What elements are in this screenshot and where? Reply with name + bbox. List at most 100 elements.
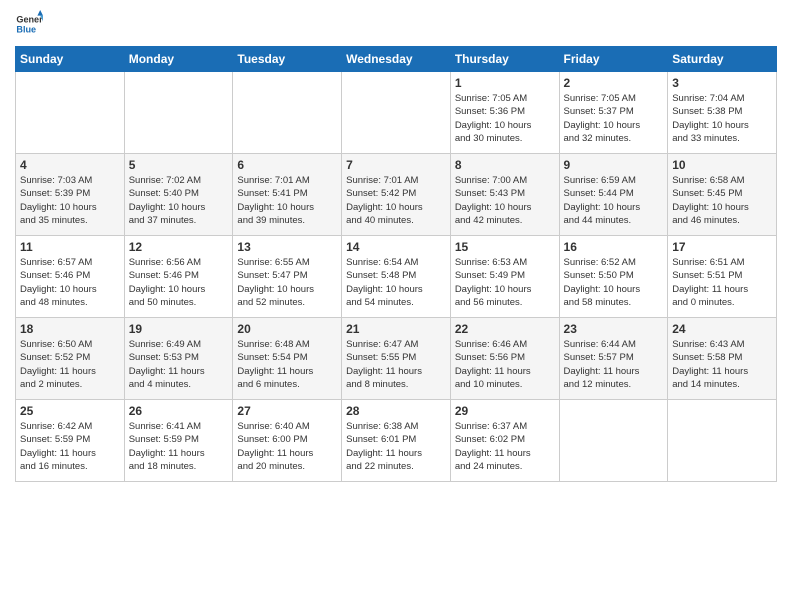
calendar-cell: 21Sunrise: 6:47 AM Sunset: 5:55 PM Dayli… <box>342 318 451 400</box>
day-number: 1 <box>455 76 555 90</box>
calendar-cell: 19 Sunrise: 6:49 AM Sunset: 5:53 PM Dayli… <box>124 318 233 400</box>
day-number: 12 <box>129 240 229 254</box>
day-number: 28 <box>346 404 446 418</box>
calendar-cell: 7 Sunrise: 7:01 AM Sunset: 5:42 PM Daylig… <box>342 154 451 236</box>
calendar-cell <box>124 72 233 154</box>
day-number: 7 <box>346 158 446 172</box>
header-cell-tuesday: Tuesday <box>233 47 342 72</box>
calendar-cell: 14 Sunrise: 6:54 AM Sunset: 5:48 PM Dayli… <box>342 236 451 318</box>
day-info: Sunrise: 6:52 AM Sunset: 5:50 PM Dayligh… <box>564 256 664 309</box>
calendar-cell: 28Sunrise: 6:38 AM Sunset: 6:01 PM Dayli… <box>342 400 451 482</box>
calendar-cell: 1 Sunrise: 7:05 AM Sunset: 5:36 PM Daylig… <box>450 72 559 154</box>
calendar-cell <box>668 400 777 482</box>
day-info: Sunrise: 6:37 AM Sunset: 6:02 PM Dayligh… <box>455 420 555 473</box>
day-number: 5 <box>129 158 229 172</box>
day-info: Sunrise: 6:56 AM Sunset: 5:46 PM Dayligh… <box>129 256 229 309</box>
logo: General Blue <box>15 10 47 38</box>
calendar-cell: 29 Sunrise: 6:37 AM Sunset: 6:02 PM Dayli… <box>450 400 559 482</box>
header-cell-wednesday: Wednesday <box>342 47 451 72</box>
calendar-cell: 25 Sunrise: 6:42 AM Sunset: 5:59 PM Dayli… <box>16 400 125 482</box>
svg-text:General: General <box>16 15 43 25</box>
calendar-cell: 8Sunrise: 7:00 AM Sunset: 5:43 PM Daylig… <box>450 154 559 236</box>
calendar-cell <box>559 400 668 482</box>
calendar-cell: 26 Sunrise: 6:41 AM Sunset: 5:59 PM Dayli… <box>124 400 233 482</box>
calendar-cell: 16 Sunrise: 6:52 AM Sunset: 5:50 PM Dayli… <box>559 236 668 318</box>
day-info: Sunrise: 6:58 AM Sunset: 5:45 PM Dayligh… <box>672 174 772 227</box>
day-info: Sunrise: 6:54 AM Sunset: 5:48 PM Dayligh… <box>346 256 446 309</box>
week-row-1: 1 Sunrise: 7:05 AM Sunset: 5:36 PM Daylig… <box>16 72 777 154</box>
week-row-5: 25 Sunrise: 6:42 AM Sunset: 5:59 PM Dayli… <box>16 400 777 482</box>
day-number: 13 <box>237 240 337 254</box>
calendar-cell: 3Sunrise: 7:04 AM Sunset: 5:38 PM Daylig… <box>668 72 777 154</box>
day-info: Sunrise: 6:44 AM Sunset: 5:57 PM Dayligh… <box>564 338 664 391</box>
day-number: 4 <box>20 158 120 172</box>
calendar-cell: 27Sunrise: 6:40 AM Sunset: 6:00 PM Dayli… <box>233 400 342 482</box>
calendar-cell: 17 Sunrise: 6:51 AM Sunset: 5:51 PM Dayli… <box>668 236 777 318</box>
logo-icon: General Blue <box>15 10 43 38</box>
day-number: 10 <box>672 158 772 172</box>
calendar-cell: 11 Sunrise: 6:57 AM Sunset: 5:46 PM Dayli… <box>16 236 125 318</box>
day-number: 16 <box>564 240 664 254</box>
header-cell-sunday: Sunday <box>16 47 125 72</box>
day-number: 29 <box>455 404 555 418</box>
day-number: 8 <box>455 158 555 172</box>
day-number: 11 <box>20 240 120 254</box>
day-info: Sunrise: 6:46 AM Sunset: 5:56 PM Dayligh… <box>455 338 555 391</box>
header-cell-monday: Monday <box>124 47 233 72</box>
day-info: Sunrise: 7:05 AM Sunset: 5:36 PM Dayligh… <box>455 92 555 145</box>
day-info: Sunrise: 6:51 AM Sunset: 5:51 PM Dayligh… <box>672 256 772 309</box>
week-row-2: 4 Sunrise: 7:03 AM Sunset: 5:39 PM Daylig… <box>16 154 777 236</box>
day-number: 18 <box>20 322 120 336</box>
day-number: 17 <box>672 240 772 254</box>
day-info: Sunrise: 6:41 AM Sunset: 5:59 PM Dayligh… <box>129 420 229 473</box>
day-number: 3 <box>672 76 772 90</box>
calendar-cell <box>16 72 125 154</box>
day-info: Sunrise: 6:42 AM Sunset: 5:59 PM Dayligh… <box>20 420 120 473</box>
calendar-cell: 5Sunrise: 7:02 AM Sunset: 5:40 PM Daylig… <box>124 154 233 236</box>
day-info: Sunrise: 6:55 AM Sunset: 5:47 PM Dayligh… <box>237 256 337 309</box>
day-number: 15 <box>455 240 555 254</box>
day-number: 9 <box>564 158 664 172</box>
day-info: Sunrise: 6:59 AM Sunset: 5:44 PM Dayligh… <box>564 174 664 227</box>
calendar-cell: 6 Sunrise: 7:01 AM Sunset: 5:41 PM Daylig… <box>233 154 342 236</box>
day-number: 14 <box>346 240 446 254</box>
day-info: Sunrise: 7:03 AM Sunset: 5:39 PM Dayligh… <box>20 174 120 227</box>
header-cell-saturday: Saturday <box>668 47 777 72</box>
day-number: 24 <box>672 322 772 336</box>
day-info: Sunrise: 6:50 AM Sunset: 5:52 PM Dayligh… <box>20 338 120 391</box>
day-info: Sunrise: 6:43 AM Sunset: 5:58 PM Dayligh… <box>672 338 772 391</box>
day-info: Sunrise: 6:57 AM Sunset: 5:46 PM Dayligh… <box>20 256 120 309</box>
calendar-cell: 9 Sunrise: 6:59 AM Sunset: 5:44 PM Daylig… <box>559 154 668 236</box>
day-number: 26 <box>129 404 229 418</box>
calendar-header: SundayMondayTuesdayWednesdayThursdayFrid… <box>16 47 777 72</box>
calendar-cell: 2 Sunrise: 7:05 AM Sunset: 5:37 PM Daylig… <box>559 72 668 154</box>
calendar-body: 1 Sunrise: 7:05 AM Sunset: 5:36 PM Daylig… <box>16 72 777 482</box>
week-row-3: 11 Sunrise: 6:57 AM Sunset: 5:46 PM Dayli… <box>16 236 777 318</box>
day-info: Sunrise: 6:49 AM Sunset: 5:53 PM Dayligh… <box>129 338 229 391</box>
calendar-cell <box>233 72 342 154</box>
day-info: Sunrise: 6:53 AM Sunset: 5:49 PM Dayligh… <box>455 256 555 309</box>
header-cell-thursday: Thursday <box>450 47 559 72</box>
day-number: 6 <box>237 158 337 172</box>
day-number: 2 <box>564 76 664 90</box>
calendar-table: SundayMondayTuesdayWednesdayThursdayFrid… <box>15 46 777 482</box>
header-row: SundayMondayTuesdayWednesdayThursdayFrid… <box>16 47 777 72</box>
day-number: 20 <box>237 322 337 336</box>
day-info: Sunrise: 7:05 AM Sunset: 5:37 PM Dayligh… <box>564 92 664 145</box>
calendar-cell <box>342 72 451 154</box>
calendar-cell: 13 Sunrise: 6:55 AM Sunset: 5:47 PM Dayli… <box>233 236 342 318</box>
day-number: 21 <box>346 322 446 336</box>
day-number: 25 <box>20 404 120 418</box>
calendar-cell: 10 Sunrise: 6:58 AM Sunset: 5:45 PM Dayli… <box>668 154 777 236</box>
day-info: Sunrise: 6:48 AM Sunset: 5:54 PM Dayligh… <box>237 338 337 391</box>
calendar-cell: 12 Sunrise: 6:56 AM Sunset: 5:46 PM Dayli… <box>124 236 233 318</box>
day-number: 22 <box>455 322 555 336</box>
calendar-cell: 24 Sunrise: 6:43 AM Sunset: 5:58 PM Dayli… <box>668 318 777 400</box>
svg-text:Blue: Blue <box>16 24 36 34</box>
day-info: Sunrise: 7:01 AM Sunset: 5:42 PM Dayligh… <box>346 174 446 227</box>
day-info: Sunrise: 7:01 AM Sunset: 5:41 PM Dayligh… <box>237 174 337 227</box>
day-number: 19 <box>129 322 229 336</box>
day-info: Sunrise: 6:40 AM Sunset: 6:00 PM Dayligh… <box>237 420 337 473</box>
main-container: General Blue SundayMondayTuesdayWednesda… <box>0 0 792 492</box>
header: General Blue <box>15 10 777 38</box>
